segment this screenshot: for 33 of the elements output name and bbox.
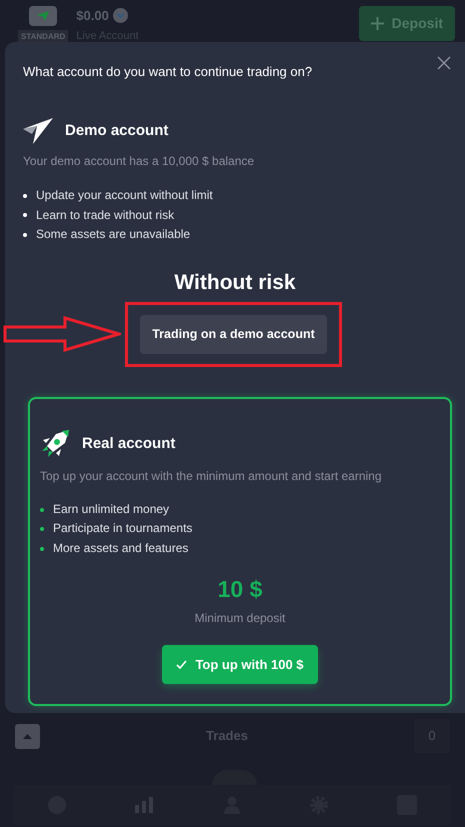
deposit-amount: 10 $: [218, 575, 262, 604]
feature-text: Some assets are unavailable: [36, 226, 190, 243]
bullet-dot: [23, 194, 27, 198]
feature-text: Participate in tournaments: [53, 520, 192, 538]
bar-chart-icon[interactable]: [134, 797, 155, 813]
section-subtitle: Your demo account has a 10,000 $ balance: [23, 153, 256, 170]
check-icon: [176, 660, 188, 669]
bullet-dot: [40, 508, 44, 512]
question-text: What account do you want to continue trading on?: [23, 63, 312, 81]
balance-text: $0.00: [76, 7, 109, 25]
rocket-icon: [40, 428, 70, 459]
top-up-button[interactable]: Top up with 100 $: [162, 644, 318, 684]
feature-text: More assets and features: [53, 540, 188, 557]
bullet-dot: [40, 527, 44, 531]
demo-account-button[interactable]: Trading on a demo account: [140, 315, 327, 354]
plus-icon: [370, 17, 384, 30]
feature-text: Update your account without limit: [36, 187, 213, 204]
bullet-dot: [40, 546, 44, 550]
plane-icon[interactable]: [29, 6, 58, 26]
section-title: Real account: [82, 434, 176, 454]
triangle-icon: [23, 734, 32, 738]
bullet-dot: [23, 232, 27, 237]
feature-text: Learn to trade without risk: [36, 206, 174, 224]
amount-caption: Minimum deposit: [194, 610, 286, 627]
section-heading: Without risk: [174, 270, 296, 296]
close-icon[interactable]: [437, 56, 451, 70]
paper-plane-icon: [23, 118, 53, 144]
feature-text: Earn unlimited money: [53, 500, 170, 518]
section-title: Demo account: [65, 120, 168, 141]
section-subtitle: Top up your account with the minimum amount and start earning: [40, 468, 383, 485]
expand-button[interactable]: [15, 724, 40, 748]
bullet-dot: [23, 213, 27, 218]
chevron-down-icon[interactable]: [112, 8, 128, 24]
